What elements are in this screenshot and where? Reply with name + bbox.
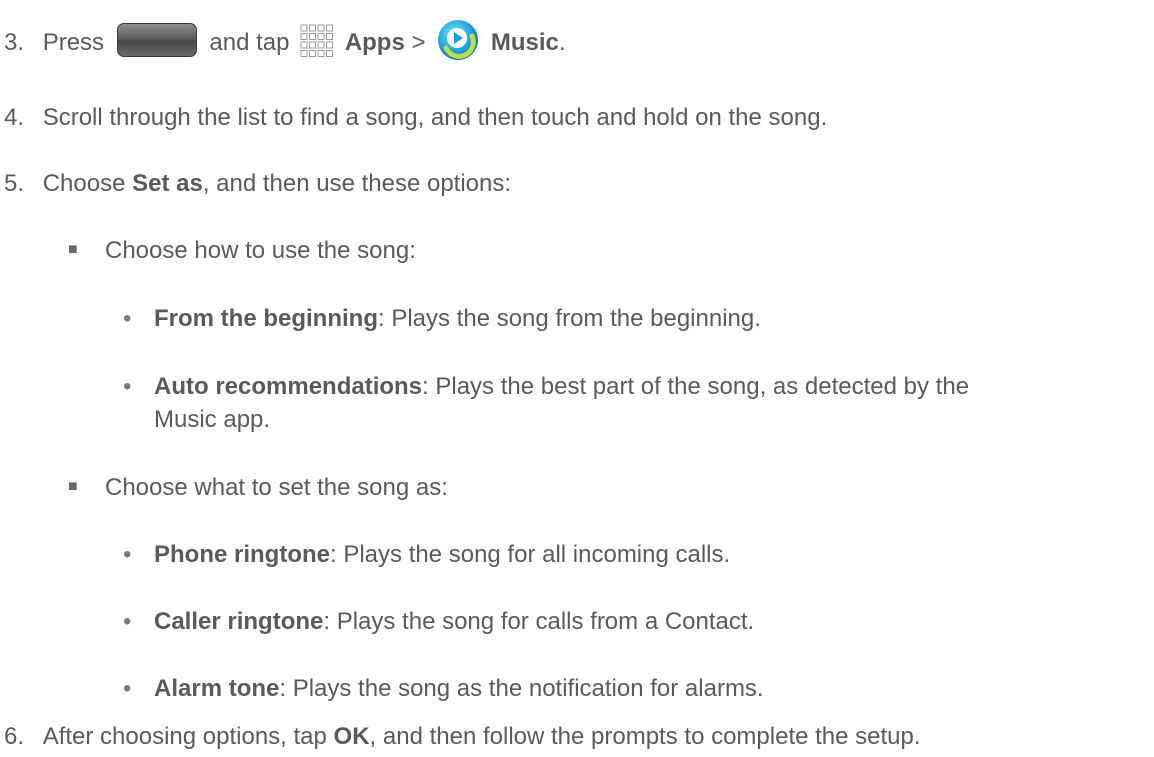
step-number: 4. — [4, 104, 25, 131]
step-text: and tap — [209, 29, 290, 56]
option-desc: : Plays the best part of the song, as de… — [422, 373, 970, 400]
option-desc-cont: Music app. — [154, 406, 271, 433]
step-text: After choosing options, tap — [42, 723, 327, 750]
separator: > — [411, 29, 426, 56]
step-5: 5. Choose Set as, and then use these opt… — [4, 169, 511, 199]
apps-grid-icon — [300, 24, 334, 66]
step-text: , and then use these options: — [202, 170, 512, 197]
dot-bullet-icon: • — [123, 305, 132, 332]
sub-bullet-label: Choose what to set the song as: — [105, 474, 448, 501]
dot-bullet-icon: • — [123, 608, 132, 635]
step-text: , and then follow the prompts to complet… — [369, 723, 921, 750]
step-6: 6. After choosing options, tap OK, and t… — [4, 722, 921, 752]
step-4: 4. Scroll through the list to find a son… — [4, 103, 827, 133]
set-as-label: Set as — [132, 170, 203, 197]
step-number: 6. — [4, 723, 25, 750]
option-name: From the beginning — [154, 305, 378, 332]
option-desc: : Plays the song from the beginning. — [377, 305, 761, 332]
square-bullet-icon: ■ — [68, 241, 78, 258]
ok-label: OK — [333, 723, 370, 750]
option-desc: : Plays the song as the notification for… — [279, 675, 764, 702]
option-name: Phone ringtone — [154, 541, 330, 568]
step-number: 3. — [4, 29, 25, 56]
punctuation: . — [558, 29, 566, 56]
apps-label: Apps — [344, 29, 405, 56]
step-text: Choose — [42, 170, 126, 197]
dot-bullet-icon: • — [123, 675, 132, 702]
step-number: 5. — [4, 170, 25, 197]
dot-bullet-icon: • — [123, 373, 132, 400]
music-label: Music — [490, 29, 559, 56]
home-key-icon — [116, 23, 197, 57]
step-3: 3. Press and tap Apps > Music. — [4, 18, 566, 66]
dot-bullet-icon: • — [123, 541, 132, 568]
option-name: Alarm tone — [154, 675, 280, 702]
sub-bullet-label: Choose how to use the song: — [105, 237, 416, 264]
step-text: Scroll through the list to find a song, … — [42, 104, 828, 131]
option-desc: : Plays the song for calls from a Contac… — [323, 608, 755, 635]
square-bullet-icon: ■ — [68, 478, 78, 495]
step-text: Press — [42, 29, 105, 56]
option-name: Auto recommendations — [154, 373, 423, 400]
option-desc: : Plays the song for all incoming calls. — [330, 541, 731, 568]
option-name: Caller ringtone — [154, 608, 324, 635]
music-app-icon — [436, 18, 480, 62]
